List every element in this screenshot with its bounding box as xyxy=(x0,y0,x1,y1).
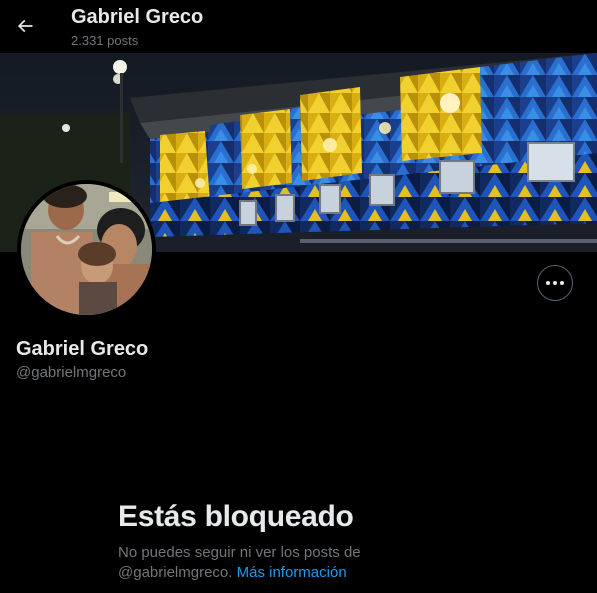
profile-name: Gabriel Greco xyxy=(16,338,149,360)
blocked-message: No puedes seguir ni ver los posts de @ga… xyxy=(118,543,418,583)
profile-avatar[interactable] xyxy=(17,180,156,319)
blocked-title: Estás bloqueado xyxy=(118,500,354,533)
more-options-button[interactable] xyxy=(537,265,573,301)
header-title: Gabriel Greco xyxy=(71,6,204,28)
header-posts-count: 2.331 posts xyxy=(71,33,139,48)
avatar-photo xyxy=(21,184,152,315)
more-horizontal-icon xyxy=(545,281,566,285)
arrow-left-icon xyxy=(17,19,33,33)
blocked-message-handle: @gabrielmgreco. xyxy=(118,564,233,581)
back-button[interactable] xyxy=(9,10,41,42)
top-bar: Gabriel Greco 2.331 posts xyxy=(0,0,597,53)
profile-handle: @gabrielmgreco xyxy=(16,364,127,381)
more-info-link[interactable]: Más información xyxy=(237,564,347,581)
profile-page: Gabriel Greco 2.331 posts Gabriel Greco … xyxy=(0,0,597,593)
blocked-message-line1: No puedes seguir ni ver los posts de xyxy=(118,544,361,561)
